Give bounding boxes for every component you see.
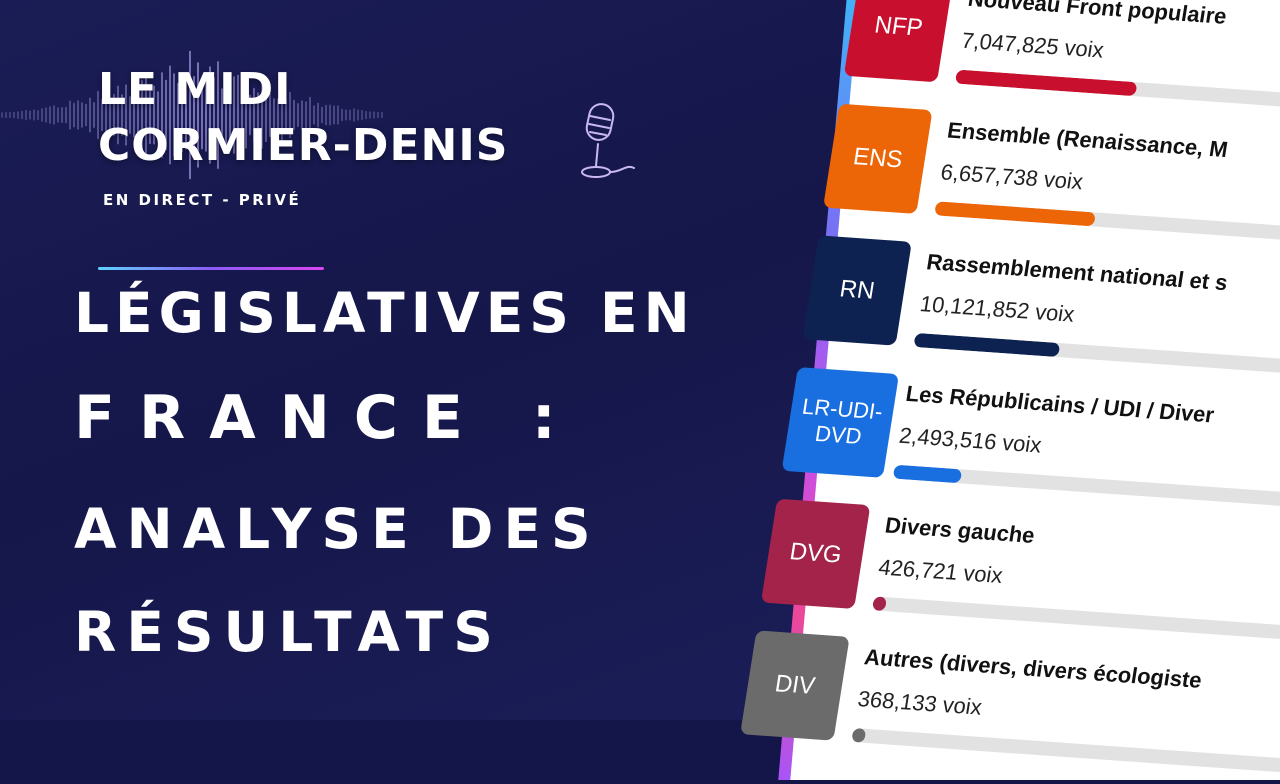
headline-line2: FRANCE : (74, 383, 580, 453)
live-subtitle: EN DIRECT - PRIVÉ (103, 191, 302, 209)
vote-count: 6,657,738 voix (938, 159, 1085, 195)
gradient-divider (98, 267, 324, 270)
vote-bar-fill (954, 69, 1138, 97)
vote-count: 7,047,825 voix (959, 27, 1106, 63)
party-name: Autres (divers, divers écologiste (862, 644, 1204, 693)
result-row-rn: RN Rassemblement national et s 10,121,85… (801, 235, 1280, 384)
result-row-lr-udi-dvd: LR-UDI-DVD Les Républicains / UDI / Dive… (781, 367, 1280, 515)
title-panel: LE MIDI CORMIER-DENIS EN DIRECT - PRIVÉ … (0, 0, 860, 720)
party-name: Ensemble (Renaissance, M (945, 117, 1230, 163)
vote-bar-fill (934, 201, 1097, 227)
vote-bar-track (954, 69, 1280, 120)
result-row-dvg: DVG Divers gauche 426,721 voix (760, 498, 1280, 647)
headline-line4: RÉSULTATS (74, 600, 503, 664)
vote-bar-fill (871, 596, 888, 612)
vote-count: 368,133 voix (856, 686, 984, 720)
result-row-nfp: NFP Nouveau Front populaire 7,047,825 vo… (843, 0, 1280, 120)
party-name: Divers gauche (883, 512, 1037, 548)
result-row-ens: ENS Ensemble (Renaissance, M 6,657,738 v… (822, 103, 1280, 252)
result-row-div: DIV Autres (divers, divers écologiste 36… (739, 630, 1280, 779)
microphone-icon (581, 103, 635, 178)
party-badge: LR-UDI-DVD (781, 367, 900, 478)
headline-line3: ANALYSE DES (74, 497, 601, 561)
vote-bar-track (851, 727, 1280, 779)
show-title-line1: LE MIDI (98, 64, 292, 115)
party-badge: NFP (843, 0, 954, 83)
headline-line1: LÉGISLATIVES EN (74, 281, 696, 345)
party-name: Nouveau Front populaire (966, 0, 1229, 29)
vote-count: 2,493,516 voix (897, 422, 1044, 458)
vote-bar-fill (913, 332, 1060, 358)
party-badge: ENS (823, 103, 933, 214)
party-name: Rassemblement national et s (924, 249, 1230, 296)
vote-bar-track (913, 332, 1280, 384)
vote-bar-track (934, 201, 1280, 252)
vote-bar-fill (892, 464, 962, 484)
show-title-line2: CORMIER-DENIS (98, 120, 509, 171)
vote-bar-fill (851, 727, 867, 743)
vote-count: 426,721 voix (876, 554, 1005, 589)
party-badge: DVG (760, 498, 871, 609)
vote-bar-track (892, 464, 1280, 515)
party-badge: DIV (740, 630, 850, 741)
party-badge: RN (802, 235, 912, 346)
party-name: Les Républicains / UDI / Diver (904, 380, 1216, 428)
vote-count: 10,121,852 voix (918, 291, 1077, 327)
vote-bar-track (871, 596, 1280, 647)
results-panel: NFP Nouveau Front populaire 7,047,825 vo… (740, 0, 1280, 780)
